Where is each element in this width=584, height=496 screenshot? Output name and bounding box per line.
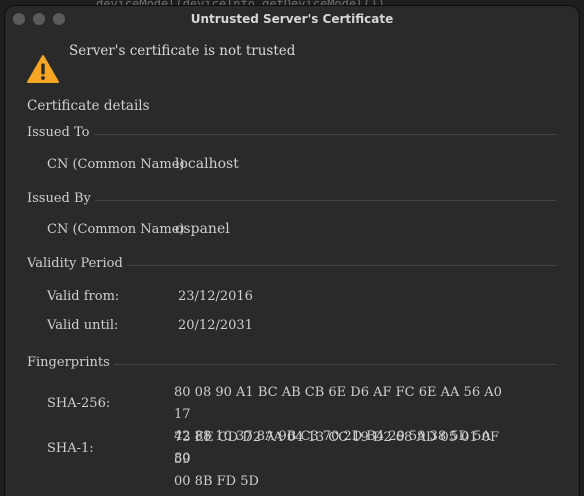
issued-to-cn-label: CN (Common Name) bbox=[47, 157, 185, 172]
issued-by-header: Issued By bbox=[27, 191, 557, 207]
valid-until-value: 20/12/2031 bbox=[178, 318, 253, 333]
warning-icon bbox=[27, 55, 59, 83]
issued-to-label: Issued To bbox=[27, 125, 94, 140]
dialog-content: Server's certificate is not trusted Cert… bbox=[5, 32, 579, 496]
sha256-label: SHA-256: bbox=[47, 396, 111, 411]
alert-message: Server's certificate is not trusted bbox=[69, 43, 296, 59]
validity-period-label: Validity Period bbox=[27, 256, 127, 271]
validity-period-header: Validity Period bbox=[27, 256, 557, 272]
valid-from-label: Valid from: bbox=[47, 289, 120, 304]
issued-to-cn-value: localhost bbox=[175, 156, 239, 172]
valid-until-label: Valid until: bbox=[47, 318, 119, 333]
sha1-label: SHA-1: bbox=[47, 441, 94, 456]
divider bbox=[27, 200, 557, 201]
issued-by-label: Issued By bbox=[27, 191, 95, 206]
sha1-line-1: 73 EE CD D2 7A 04 13 CC 19 D2 68 AD 05 0… bbox=[174, 430, 500, 467]
divider bbox=[27, 134, 557, 135]
issued-to-header: Issued To bbox=[27, 125, 557, 141]
sha256-line-1: 80 08 90 A1 BC AB CB 6E D6 AF FC 6E AA 5… bbox=[174, 385, 502, 422]
certificate-details-title: Certificate details bbox=[27, 98, 150, 114]
sha1-value: 73 EE CD D2 7A 04 13 CC 19 D2 68 AD 05 0… bbox=[174, 427, 504, 493]
issued-by-cn-value: ospanel bbox=[175, 221, 230, 237]
certificate-dialog: Untrusted Server's Certificate Server's … bbox=[5, 6, 579, 496]
sha1-line-2: 00 8B FD 5D bbox=[174, 474, 259, 489]
fingerprints-label: Fingerprints bbox=[27, 355, 114, 370]
title-bar[interactable]: Untrusted Server's Certificate bbox=[5, 6, 579, 32]
fingerprints-header: Fingerprints bbox=[27, 355, 557, 371]
issued-by-cn-label: CN (Common Name) bbox=[47, 222, 185, 237]
window-title: Untrusted Server's Certificate bbox=[190, 12, 394, 26]
valid-from-value: 23/12/2016 bbox=[178, 289, 253, 304]
